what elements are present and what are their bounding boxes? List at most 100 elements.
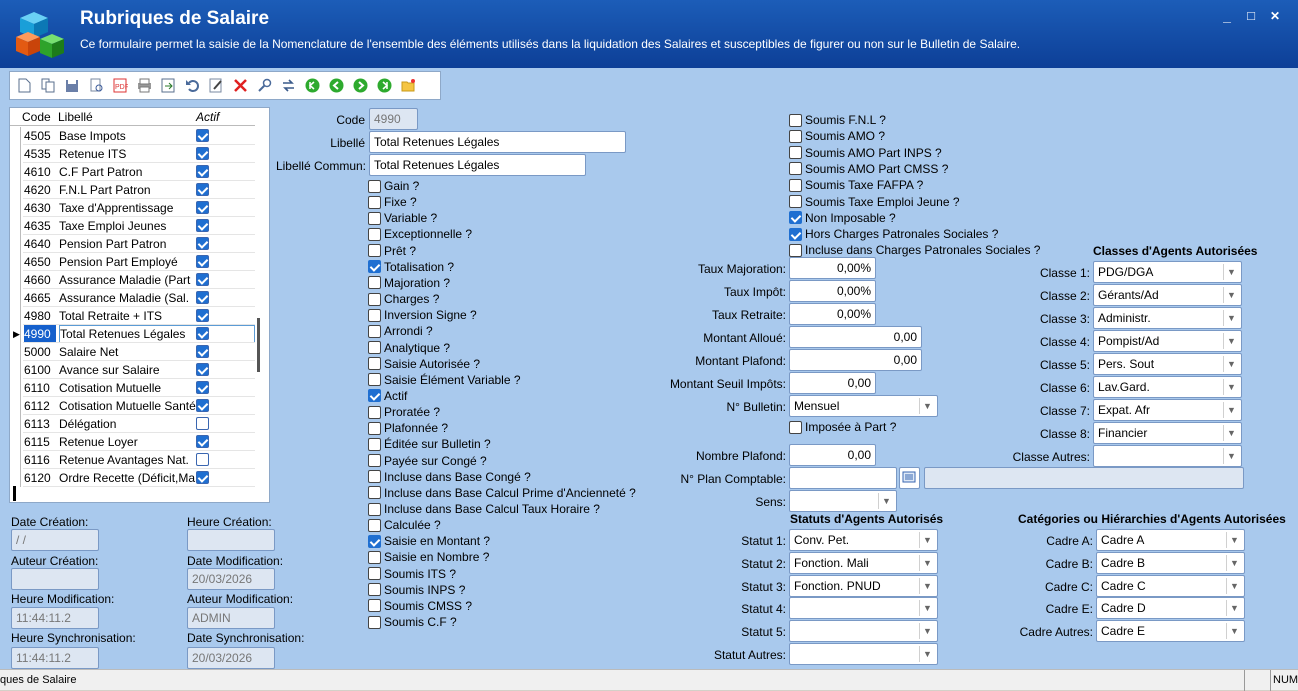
row-active-checkbox[interactable] xyxy=(196,147,209,160)
statuts-select[interactable]: Fonction. PNUD ▼ xyxy=(789,574,938,597)
row-active-checkbox[interactable] xyxy=(196,183,209,196)
classes-select[interactable]: ▼ xyxy=(1093,445,1242,467)
classes-select[interactable]: Lav.Gard. ▼ xyxy=(1093,376,1242,398)
close-button[interactable]: ✕ xyxy=(1266,9,1284,23)
row-active-checkbox[interactable] xyxy=(196,165,209,178)
col-header-code[interactable]: Code xyxy=(22,110,51,124)
heure-sync-field[interactable]: 11:44:11.2 xyxy=(11,647,99,669)
checkbox-checks_left-13[interactable]: Actif xyxy=(368,388,407,404)
copy-icon[interactable] xyxy=(40,78,56,94)
checkbox-checks_left-18[interactable]: Incluse dans Base Congé ? xyxy=(368,469,531,485)
statuts-select[interactable]: Fonction. Mali ▼ xyxy=(789,551,938,574)
last-record-icon[interactable] xyxy=(376,78,392,94)
row-active-checkbox[interactable] xyxy=(196,417,209,430)
statuts-select[interactable]: ▼ xyxy=(789,597,938,620)
table-row[interactable]: 4650 Pension Part Employé xyxy=(10,253,255,271)
checkbox-checks_left-3[interactable]: Exceptionnelle ? xyxy=(368,226,472,242)
checkbox-checks_left-10[interactable]: Analytique ? xyxy=(368,340,450,356)
print-icon[interactable] xyxy=(136,78,152,94)
checkbox-checks_right-8[interactable]: Incluse dans Charges Patronales Sociales… xyxy=(789,242,1040,258)
sens-select[interactable]: ▼ xyxy=(789,490,897,512)
checkbox-checks_right-7[interactable]: Hors Charges Patronales Sociales ? xyxy=(789,226,998,242)
checkbox-checks_right-4[interactable]: Soumis Taxe FAFPA ? xyxy=(789,177,923,193)
plan-comptable-field[interactable] xyxy=(789,467,897,489)
table-row[interactable]: 4620 F.N.L Part Patron xyxy=(10,181,255,199)
plan-comptable-lookup-button[interactable] xyxy=(899,467,920,489)
row-active-checkbox[interactable] xyxy=(196,471,209,484)
checkbox-checks_left-16[interactable]: Éditée sur Bulletin ? xyxy=(368,436,491,452)
classes-select[interactable]: Administr. ▼ xyxy=(1093,307,1242,329)
minimize-button[interactable]: _ xyxy=(1218,9,1236,23)
classes-select[interactable]: Pompist/Ad ▼ xyxy=(1093,330,1242,352)
pdf-icon[interactable]: PDF xyxy=(112,78,128,94)
previous-record-icon[interactable] xyxy=(328,78,344,94)
checkbox-checks_left-0[interactable]: Gain ? xyxy=(368,178,419,194)
table-row[interactable]: 4535 Retenue ITS xyxy=(10,145,255,163)
checkbox-checks_left-27[interactable]: Soumis C.F ? xyxy=(368,614,457,630)
row-active-checkbox[interactable] xyxy=(196,327,209,340)
taux-majoration-field[interactable]: 0,00% xyxy=(789,257,876,279)
classes-select[interactable]: Gérants/Ad ▼ xyxy=(1093,284,1242,306)
libelle-commun-field[interactable]: Total Retenues Légales xyxy=(369,154,586,176)
taux-impot-field[interactable]: 0,00% xyxy=(789,280,876,302)
imposee-checkbox[interactable]: Imposée à Part ? xyxy=(789,419,896,435)
heure-modification-field[interactable]: 11:44:11.2 xyxy=(11,607,99,629)
table-row[interactable]: 6116 Retenue Avantages Nat. xyxy=(10,451,255,469)
checkbox-checks_left-8[interactable]: Inversion Signe ? xyxy=(368,307,477,323)
checkbox-checks_right-3[interactable]: Soumis AMO Part CMSS ? xyxy=(789,161,948,177)
classes-select[interactable]: Pers. Sout ▼ xyxy=(1093,353,1242,375)
table-row[interactable]: 4610 C.F Part Patron xyxy=(10,163,255,181)
code-field[interactable]: 4990 xyxy=(369,108,418,130)
row-active-checkbox[interactable] xyxy=(196,255,209,268)
row-active-checkbox[interactable] xyxy=(196,399,209,412)
row-active-checkbox[interactable] xyxy=(196,237,209,250)
open-folder-icon[interactable] xyxy=(400,78,416,94)
col-header-active[interactable]: Actif xyxy=(196,110,219,124)
statuts-select[interactable]: Conv. Pet. ▼ xyxy=(789,529,938,551)
row-active-checkbox[interactable] xyxy=(196,201,209,214)
montant-alloue-field[interactable]: 0,00 xyxy=(789,326,922,348)
checkbox-checks_right-0[interactable]: Soumis F.N.L ? xyxy=(789,112,886,128)
checkbox-checks_left-22[interactable]: Saisie en Montant ? xyxy=(368,533,490,549)
date-creation-field[interactable]: / / xyxy=(11,529,99,551)
classes-select[interactable]: Financier ▼ xyxy=(1093,422,1242,444)
checkbox-checks_right-6[interactable]: Non Imposable ? xyxy=(789,210,896,226)
date-modification-field[interactable]: 20/03/2026 xyxy=(187,568,275,590)
montant-plafond-field[interactable]: 0,00 xyxy=(789,349,922,371)
new-icon[interactable] xyxy=(16,78,32,94)
table-row[interactable]: 6113 Délégation xyxy=(10,415,255,433)
row-active-checkbox[interactable] xyxy=(196,345,209,358)
nombre-plafond-field[interactable]: 0,00 xyxy=(789,444,876,466)
cadres-select[interactable]: Cadre B ▼ xyxy=(1096,551,1245,574)
maximize-button[interactable]: □ xyxy=(1242,9,1260,23)
date-sync-field[interactable]: 20/03/2026 xyxy=(187,647,275,669)
auteur-modification-field[interactable]: ADMIN xyxy=(187,607,275,629)
row-active-checkbox[interactable] xyxy=(196,219,209,232)
row-active-checkbox[interactable] xyxy=(196,381,209,394)
next-record-icon[interactable] xyxy=(352,78,368,94)
table-row[interactable]: 6110 Cotisation Mutuelle xyxy=(10,379,255,397)
row-active-checkbox[interactable] xyxy=(196,363,209,376)
cadres-select[interactable]: Cadre D ▼ xyxy=(1096,597,1245,620)
checkbox-checks_left-26[interactable]: Soumis CMSS ? xyxy=(368,598,472,614)
checkbox-checks_left-1[interactable]: Fixe ? xyxy=(368,194,417,210)
delete-icon[interactable] xyxy=(232,78,248,94)
row-active-checkbox[interactable] xyxy=(196,273,209,286)
table-row[interactable]: 4660 Assurance Maladie (Part xyxy=(10,271,255,289)
classes-select[interactable]: Expat. Afr ▼ xyxy=(1093,399,1242,421)
checkbox-checks_left-15[interactable]: Plafonnée ? xyxy=(368,420,448,436)
table-row[interactable]: 5000 Salaire Net xyxy=(10,343,255,361)
cadres-select[interactable]: Cadre E ▼ xyxy=(1096,620,1245,643)
table-row[interactable]: 4635 Taxe Emploi Jeunes xyxy=(10,217,255,235)
checkbox-checks_left-21[interactable]: Calculée ? xyxy=(368,517,441,533)
checkbox-checks_left-9[interactable]: Arrondi ? xyxy=(368,323,433,339)
grid-scrollbar[interactable] xyxy=(257,318,260,372)
checkbox-checks_left-11[interactable]: Saisie Autorisée ? xyxy=(368,356,480,372)
checkbox-checks_left-6[interactable]: Majoration ? xyxy=(368,275,450,291)
search-icon[interactable] xyxy=(256,78,272,94)
table-row[interactable]: ▶ 4990 Total Retenues Légales xyxy=(10,325,255,343)
row-active-checkbox[interactable] xyxy=(196,435,209,448)
taux-retraite-field[interactable]: 0,00% xyxy=(789,303,876,325)
row-active-checkbox[interactable] xyxy=(196,291,209,304)
export-icon[interactable] xyxy=(160,78,176,94)
